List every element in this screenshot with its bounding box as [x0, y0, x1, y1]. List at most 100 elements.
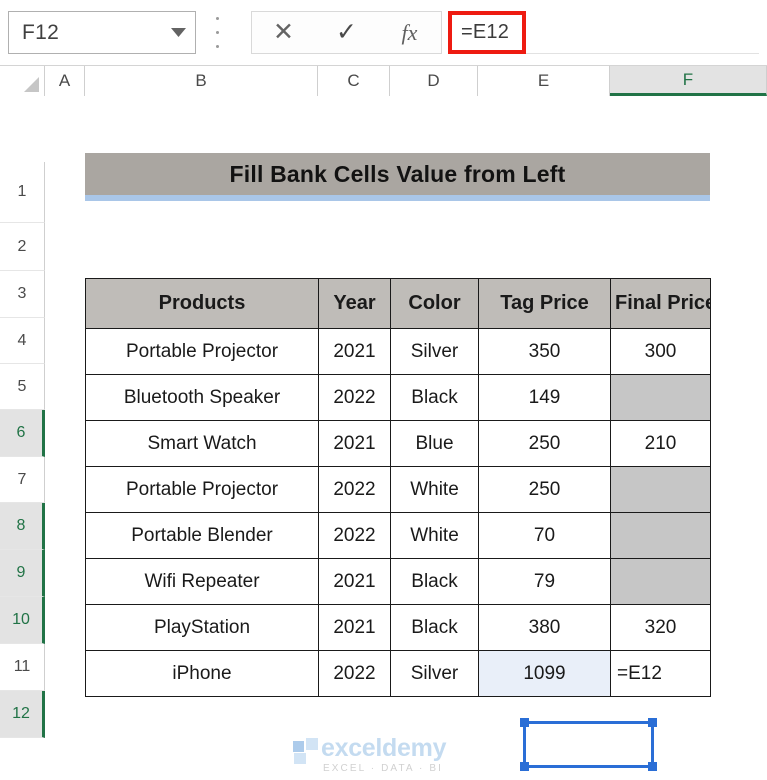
- column-header-cell[interactable]: Final Price: [610, 278, 711, 329]
- row-header-1[interactable]: 1: [0, 162, 45, 223]
- column-header-cell[interactable]: Color: [390, 278, 479, 329]
- watermark: exceldemy EXCEL · DATA · BI: [293, 732, 503, 780]
- cell-products[interactable]: PlayStation: [85, 604, 319, 651]
- cell-final-price-blank[interactable]: [610, 466, 711, 513]
- cell-color[interactable]: Black: [390, 558, 479, 605]
- column-header-label: F: [682, 69, 694, 89]
- table-header-row: Products Year Color Tag Price Final Price: [85, 278, 711, 329]
- cell-tag-price[interactable]: 380: [478, 604, 611, 651]
- formula-action-buttons: ✕ ✓ fx: [251, 11, 442, 54]
- column-header-strip: A B C D E F: [0, 66, 767, 96]
- cell-products[interactable]: Smart Watch: [85, 420, 319, 467]
- cell-year[interactable]: 2022: [318, 512, 391, 559]
- row-header-7[interactable]: 7: [0, 457, 45, 503]
- row-header-label: 6: [16, 424, 26, 441]
- row-header-4[interactable]: 4: [0, 318, 45, 364]
- cell-tag-price[interactable]: 250: [478, 420, 611, 467]
- cell-color[interactable]: Black: [390, 604, 479, 651]
- cell-final-price-blank[interactable]: [610, 512, 711, 559]
- column-header-cell[interactable]: Year: [318, 278, 391, 329]
- table-row: Smart Watch 2021 Blue 250 210: [85, 420, 711, 467]
- column-header-a[interactable]: A: [45, 66, 85, 96]
- row-header-label: 5: [17, 377, 27, 395]
- more-options-icon[interactable]: [212, 17, 222, 48]
- table-row: Bluetooth Speaker 2022 Black 149: [85, 374, 711, 421]
- row-header-12[interactable]: 12: [0, 691, 45, 738]
- cell-year[interactable]: 2021: [318, 420, 391, 467]
- formula-highlight-box: =E12: [448, 11, 526, 54]
- formula-input[interactable]: =E12: [448, 11, 759, 54]
- cell-final-price-blank[interactable]: [610, 558, 711, 605]
- cell-tag-price[interactable]: 250: [478, 466, 611, 513]
- row-header-6[interactable]: 6: [0, 410, 45, 457]
- column-header-label: B: [195, 71, 207, 90]
- cell-year[interactable]: 2022: [318, 650, 391, 697]
- column-header-d[interactable]: D: [390, 66, 478, 96]
- cell-tag-price[interactable]: 149: [478, 374, 611, 421]
- select-all-button[interactable]: [0, 66, 45, 96]
- cell-tag-price[interactable]: 350: [478, 328, 611, 375]
- check-icon: ✓: [336, 18, 357, 46]
- column-header-b[interactable]: B: [85, 66, 318, 96]
- cell-tag-price[interactable]: 79: [478, 558, 611, 605]
- cell-color[interactable]: Blue: [390, 420, 479, 467]
- row-header-label: 8: [16, 517, 26, 534]
- row-header-11[interactable]: 11: [0, 644, 45, 691]
- cell-products[interactable]: Bluetooth Speaker: [85, 374, 319, 421]
- cell-final-price[interactable]: 210: [610, 420, 711, 467]
- cell-products[interactable]: Wifi Repeater: [85, 558, 319, 605]
- marquee-handle-top-right[interactable]: [648, 718, 657, 727]
- column-header-f[interactable]: F: [610, 66, 767, 96]
- cell-final-price-blank[interactable]: [610, 374, 711, 421]
- kebab-dot: [215, 45, 219, 48]
- title-banner-cell[interactable]: Fill Bank Cells Value from Left: [85, 153, 710, 201]
- cell-year[interactable]: 2021: [318, 558, 391, 605]
- row-header-label: 11: [13, 658, 31, 675]
- row-header-3[interactable]: 3: [0, 271, 45, 318]
- marquee-handle-bottom-right[interactable]: [648, 762, 657, 771]
- row-header-8[interactable]: 8: [0, 503, 45, 550]
- row-header-9[interactable]: 9: [0, 550, 45, 597]
- table-body: Products Year Color Tag Price Final Price Por…: [85, 278, 711, 697]
- cancel-icon: ✕: [273, 18, 294, 46]
- row-header-label: 7: [17, 470, 27, 488]
- column-header-cell[interactable]: Products: [85, 278, 319, 329]
- fx-icon: fx: [401, 19, 418, 45]
- kebab-dot: [215, 17, 219, 20]
- enter-button[interactable]: ✓: [315, 12, 378, 53]
- row-header-5[interactable]: 5: [0, 364, 45, 410]
- table-row: Portable Projector 2022 White 250: [85, 466, 711, 513]
- name-box[interactable]: F12: [8, 11, 196, 54]
- row-header-10[interactable]: 10: [0, 597, 45, 644]
- cell-color[interactable]: Silver: [390, 650, 479, 697]
- column-header-cell[interactable]: Tag Price: [478, 278, 611, 329]
- column-header-e[interactable]: E: [478, 66, 610, 96]
- marquee-handle-bottom-left[interactable]: [520, 762, 529, 771]
- cancel-button[interactable]: ✕: [252, 12, 315, 53]
- row-header-2[interactable]: 2: [0, 223, 45, 271]
- cell-final-price[interactable]: 320: [610, 604, 711, 651]
- cell-color[interactable]: Black: [390, 374, 479, 421]
- cell-color[interactable]: White: [390, 512, 479, 559]
- cell-tag-price-selected[interactable]: 1099: [478, 650, 611, 697]
- sheet-body: Fill Bank Cells Value from Left Products…: [45, 96, 767, 774]
- cell-year[interactable]: 2022: [318, 374, 391, 421]
- cell-year[interactable]: 2022: [318, 466, 391, 513]
- cell-year[interactable]: 2021: [318, 604, 391, 651]
- chevron-down-icon[interactable]: [161, 12, 195, 53]
- row-header-label: 12: [12, 705, 30, 722]
- marquee-handle-top-left[interactable]: [520, 718, 529, 727]
- cell-products[interactable]: iPhone: [85, 650, 319, 697]
- column-header-c[interactable]: C: [318, 66, 390, 96]
- cell-tag-price[interactable]: 70: [478, 512, 611, 559]
- cell-color[interactable]: White: [390, 466, 479, 513]
- cell-color[interactable]: Silver: [390, 328, 479, 375]
- cell-products[interactable]: Portable Projector: [85, 328, 319, 375]
- cell-year[interactable]: 2021: [318, 328, 391, 375]
- cell-products[interactable]: Portable Projector: [85, 466, 319, 513]
- cell-products[interactable]: Portable Blender: [85, 512, 319, 559]
- cell-final-price-formula[interactable]: =E12: [610, 650, 711, 697]
- cell-final-price[interactable]: 300: [610, 328, 711, 375]
- insert-function-button[interactable]: fx: [378, 12, 441, 53]
- kebab-dot: [215, 31, 219, 34]
